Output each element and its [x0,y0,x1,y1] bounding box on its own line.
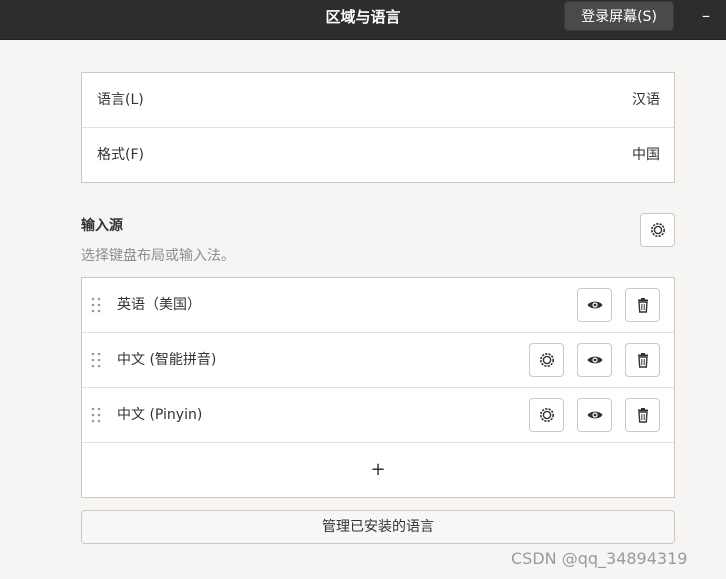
manage-installed-languages-button[interactable]: 管理已安装的语言 [81,510,675,544]
input-source-row[interactable]: 中文 (Pinyin) [82,388,674,443]
input-sources-title: 输入源 [81,218,123,234]
input-source-options-button[interactable] [640,213,675,247]
formats-value: 中国 [632,147,660,163]
input-source-label: 中文 (智能拼音) [117,352,217,368]
preview-button[interactable] [577,343,612,377]
watermark: CSDN @qq_34894319 [511,549,688,568]
gear-icon [539,408,554,422]
settings-button[interactable] [529,398,564,432]
input-source-label: 英语（美国） [117,297,201,313]
header-bar: 区域与语言 登录屏幕(S) – [0,0,726,40]
remove-button[interactable] [625,288,660,322]
input-source-label: 中文 (Pinyin) [117,407,203,423]
trash-icon [637,353,648,368]
preview-button[interactable] [577,288,612,322]
gear-icon [539,353,554,367]
input-sources-panel: 英语（美国） 中文 (智能拼音) 中文 (Pinyin) + [81,277,675,498]
eye-icon [587,356,602,364]
gear-icon [650,223,665,237]
input-sources-subtitle: 选择键盘布局或输入法。 [81,248,235,264]
login-screen-button[interactable]: 登录屏幕(S) [564,1,674,31]
language-row[interactable]: 语言(L) 汉语 [82,73,674,128]
plus-icon: + [370,459,386,480]
add-input-source-button[interactable]: + [82,443,674,497]
eye-icon [587,411,602,419]
remove-button[interactable] [625,398,660,432]
locale-panel: 语言(L) 汉语 格式(F) 中国 [81,72,675,183]
drag-handle-icon[interactable] [91,297,101,313]
trash-icon [637,408,648,423]
settings-button[interactable] [529,343,564,377]
trash-icon [637,298,648,313]
input-source-row[interactable]: 英语（美国） [82,278,674,333]
formats-row[interactable]: 格式(F) 中国 [82,128,674,183]
minimize-button[interactable]: – [696,4,716,28]
preview-button[interactable] [577,398,612,432]
input-source-row[interactable]: 中文 (智能拼音) [82,333,674,388]
drag-handle-icon[interactable] [91,352,101,368]
language-label: 语言(L) [97,92,144,108]
eye-icon [587,301,602,309]
language-value: 汉语 [632,92,660,108]
remove-button[interactable] [625,343,660,377]
drag-handle-icon[interactable] [91,407,101,423]
formats-label: 格式(F) [97,147,144,163]
